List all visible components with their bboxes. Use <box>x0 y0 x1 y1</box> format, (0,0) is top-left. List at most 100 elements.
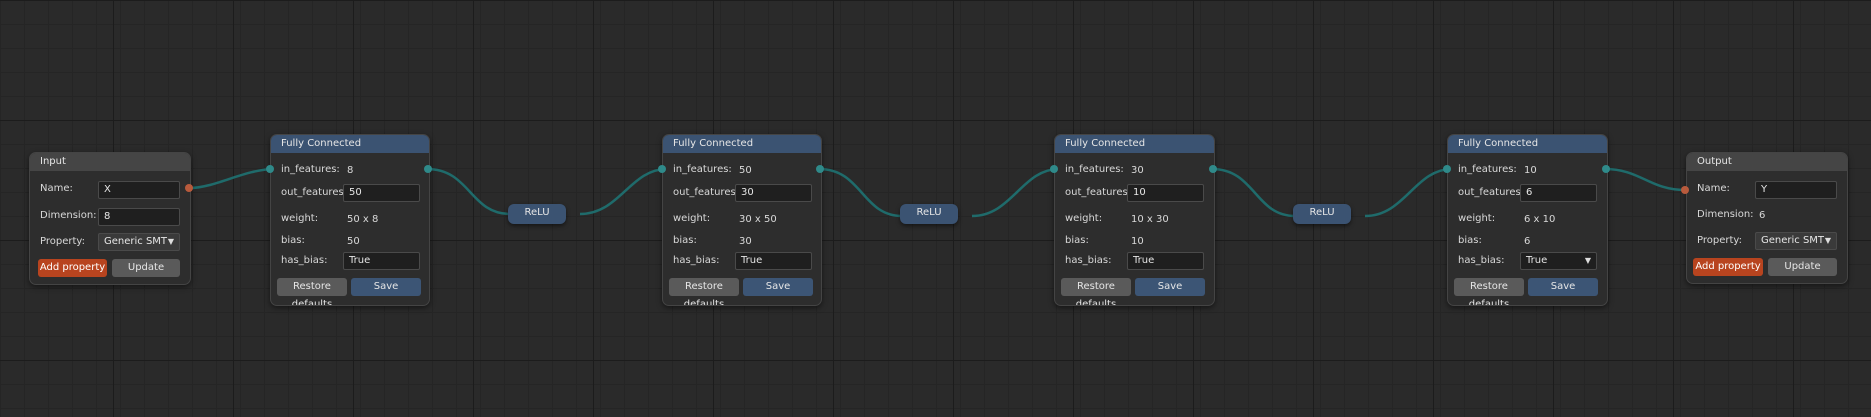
weight-value: 6 x 10 <box>1524 214 1556 225</box>
fc4-input-port[interactable] <box>1443 165 1451 173</box>
dimension-value: 6 <box>1759 210 1766 221</box>
restore-defaults-button[interactable]: Restore defaults <box>1061 278 1131 305</box>
fc3-input-port[interactable] <box>1050 165 1058 173</box>
input-output-port[interactable] <box>185 184 193 192</box>
weight-label: weight: <box>281 213 319 224</box>
fc-node-3[interactable]: Fully Connected in_features: 30 out_feat… <box>1054 134 1215 306</box>
name-label: Name: <box>1697 183 1730 194</box>
relu-label: ReLU <box>524 207 550 218</box>
weight-label: weight: <box>1458 213 1496 224</box>
has-bias-select[interactable]: True <box>1127 252 1204 270</box>
bias-value: 6 <box>1524 236 1531 247</box>
weight-label: weight: <box>1065 213 1103 224</box>
update-button[interactable]: Update <box>1768 258 1837 276</box>
fc-node-2[interactable]: Fully Connected in_features: 50 out_feat… <box>662 134 822 306</box>
out-features-label: out_features: <box>1458 187 1525 198</box>
fc2-input-port[interactable] <box>658 165 666 173</box>
fc-node-4[interactable]: Fully Connected in_features: 10 out_feat… <box>1447 134 1608 306</box>
has-bias-select[interactable]: True ▼ <box>1520 252 1597 270</box>
wire-relu2-to-fc3 <box>971 167 1060 218</box>
has-bias-select[interactable]: True <box>343 252 420 270</box>
in-features-label: in_features: <box>1458 164 1517 175</box>
in-features-label: in_features: <box>281 164 340 175</box>
in-features-value: 10 <box>1524 165 1537 176</box>
out-features-label: out_features: <box>673 187 740 198</box>
fc-node-title: Fully Connected <box>1448 135 1607 153</box>
wire-fc4-to-output <box>1604 167 1686 192</box>
has-bias-select[interactable]: True <box>735 252 812 270</box>
relu-node-3[interactable]: ReLU <box>1293 204 1351 224</box>
wire-relu3-to-fc4 <box>1364 167 1453 218</box>
fc3-output-port[interactable] <box>1209 165 1217 173</box>
fc-node-title: Fully Connected <box>271 135 429 153</box>
weight-value: 10 x 30 <box>1131 214 1169 225</box>
node-editor-canvas[interactable]: Input Name: X Dimension: 8 Property: Gen… <box>0 0 1871 417</box>
fc-node-title: Fully Connected <box>663 135 821 153</box>
bias-label: bias: <box>673 235 697 246</box>
out-features-input[interactable]: 10 <box>1127 184 1204 202</box>
property-select[interactable]: Generic SMT ▼ <box>1755 232 1837 250</box>
dimension-input[interactable]: 8 <box>98 208 180 226</box>
restore-defaults-button[interactable]: Restore defaults <box>277 278 347 305</box>
has-bias-select-value: True <box>1526 255 1548 266</box>
bias-value: 10 <box>1131 236 1144 247</box>
fc1-input-port[interactable] <box>266 165 274 173</box>
out-features-input[interactable]: 6 <box>1520 184 1597 202</box>
bias-label: bias: <box>1065 235 1089 246</box>
weight-value: 30 x 50 <box>739 214 777 225</box>
property-label: Property: <box>40 236 85 247</box>
out-features-input[interactable]: 30 <box>735 184 812 202</box>
save-button[interactable]: Save <box>1528 278 1598 296</box>
wire-relu1-to-fc2 <box>579 167 668 216</box>
update-button[interactable]: Update <box>112 259 180 277</box>
add-property-button[interactable]: Add property <box>38 259 107 277</box>
bias-label: bias: <box>281 235 305 246</box>
wire-input-to-fc1 <box>189 167 276 190</box>
has-bias-label: has_bias: <box>1458 255 1505 266</box>
input-node-title: Input <box>30 153 190 171</box>
input-node[interactable]: Input Name: X Dimension: 8 Property: Gen… <box>29 152 191 285</box>
chevron-down-icon: ▼ <box>167 237 174 246</box>
add-property-button[interactable]: Add property <box>1693 258 1763 276</box>
property-label: Property: <box>1697 235 1742 246</box>
relu-label: ReLU <box>916 207 942 218</box>
relu-label: ReLU <box>1309 207 1335 218</box>
wire-fc1-to-relu1 <box>426 167 511 216</box>
restore-defaults-button[interactable]: Restore defaults <box>669 278 739 305</box>
fc1-output-port[interactable] <box>424 165 432 173</box>
weight-label: weight: <box>673 213 711 224</box>
output-node[interactable]: Output Name: Y Dimension: 6 Property: Ge… <box>1686 152 1848 284</box>
wire-fc3-to-relu3 <box>1211 167 1296 218</box>
property-select-value: Generic SMT <box>1761 235 1825 246</box>
out-features-label: out_features: <box>1065 187 1132 198</box>
dimension-label: Dimension: <box>40 210 97 221</box>
bias-value: 50 <box>347 236 360 247</box>
dimension-label: Dimension: <box>1697 209 1754 220</box>
output-node-title: Output <box>1687 153 1847 171</box>
property-select-value: Generic SMT <box>104 236 168 247</box>
has-bias-label: has_bias: <box>1065 255 1112 266</box>
in-features-value: 8 <box>347 165 354 176</box>
fc-node-title: Fully Connected <box>1055 135 1214 153</box>
save-button[interactable]: Save <box>743 278 813 296</box>
fc2-output-port[interactable] <box>816 165 824 173</box>
relu-node-2[interactable]: ReLU <box>900 204 958 224</box>
property-select[interactable]: Generic SMT ▼ <box>98 233 180 251</box>
name-input[interactable]: X <box>98 181 180 199</box>
has-bias-label: has_bias: <box>673 255 720 266</box>
bias-label: bias: <box>1458 235 1482 246</box>
name-input[interactable]: Y <box>1755 181 1837 199</box>
in-features-label: in_features: <box>1065 164 1124 175</box>
fc4-output-port[interactable] <box>1602 165 1610 173</box>
has-bias-label: has_bias: <box>281 255 328 266</box>
restore-defaults-button[interactable]: Restore defaults <box>1454 278 1524 305</box>
output-input-port[interactable] <box>1681 186 1689 194</box>
fc-node-1[interactable]: Fully Connected in_features: 8 out_featu… <box>270 134 430 306</box>
in-features-label: in_features: <box>673 164 732 175</box>
save-button[interactable]: Save <box>1135 278 1205 296</box>
name-label: Name: <box>40 183 73 194</box>
save-button[interactable]: Save <box>351 278 421 296</box>
relu-node-1[interactable]: ReLU <box>508 204 566 224</box>
in-features-value: 30 <box>1131 165 1144 176</box>
out-features-input[interactable]: 50 <box>343 184 420 202</box>
